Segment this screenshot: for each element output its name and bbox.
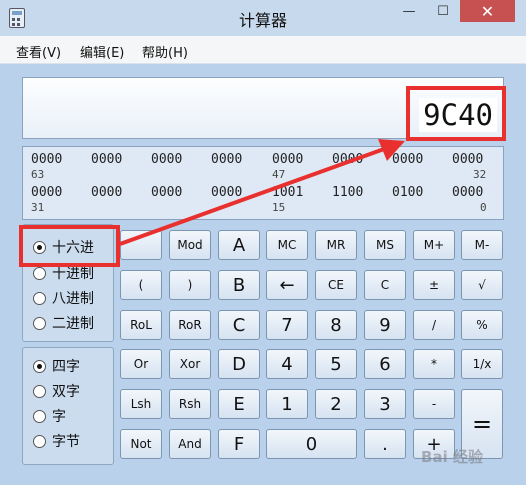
- baidu-jingyan-watermark: Bai 经验: [421, 447, 483, 466]
- annotation-arrow: [119, 139, 405, 246]
